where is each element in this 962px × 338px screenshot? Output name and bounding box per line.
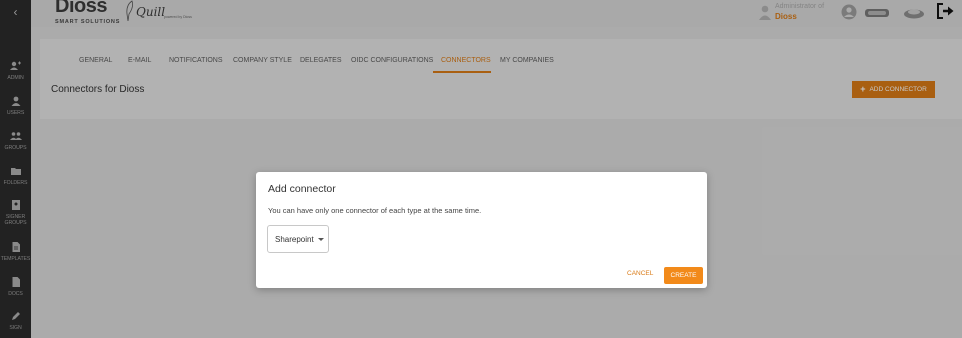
sidebar-item-sign[interactable]: SIGN: [0, 311, 31, 338]
user-icon: [0, 96, 31, 110]
admin-icon: [0, 61, 31, 75]
sidebar-item-label: ADMIN: [7, 75, 24, 81]
dialog-description: You can have only one connector of each …: [268, 206, 482, 215]
sidebar-item-users[interactable]: USERS: [0, 96, 31, 124]
add-connector-dialog: Add connector You can have only one conn…: [256, 172, 707, 288]
signer-groups-icon: [0, 200, 31, 214]
caret-down-icon: [318, 238, 324, 241]
cancel-button[interactable]: CANCEL: [627, 270, 653, 277]
sidebar-item-signer-groups[interactable]: SIGNER GROUPS: [0, 200, 31, 226]
sidebar-item-label: DOCS: [8, 291, 23, 297]
connector-type-select[interactable]: Sharepoint: [267, 225, 329, 253]
back-icon[interactable]: ‹: [0, 0, 31, 24]
document-icon: [0, 277, 31, 291]
sidebar-item-groups[interactable]: GROUPS: [0, 131, 31, 159]
sidebar-item-docs[interactable]: DOCS: [0, 277, 31, 305]
sidebar-item-label: SIGN: [9, 325, 22, 331]
sidebar: ‹ ADMIN USERS GROUPS FOLDERS SIGNER GROU…: [0, 0, 31, 338]
pen-icon: [0, 311, 31, 325]
create-button[interactable]: CREATE: [664, 267, 703, 284]
sidebar-item-label: USERS: [6, 110, 25, 116]
connector-type-value: Sharepoint: [275, 235, 314, 244]
folder-icon: [0, 166, 31, 180]
sidebar-item-label: TEMPLATES: [0, 256, 31, 262]
template-icon: [0, 242, 31, 256]
sidebar-item-admin[interactable]: ADMIN: [0, 61, 31, 89]
sidebar-item-label: FOLDERS: [3, 180, 28, 186]
groups-icon: [0, 131, 31, 145]
dialog-title: Add connector: [268, 183, 336, 195]
sidebar-item-folders[interactable]: FOLDERS: [0, 166, 31, 194]
sidebar-item-label: GROUPS: [4, 145, 27, 151]
sidebar-item-templates[interactable]: TEMPLATES: [0, 242, 31, 270]
sidebar-item-label: GROUPS: [4, 220, 27, 226]
